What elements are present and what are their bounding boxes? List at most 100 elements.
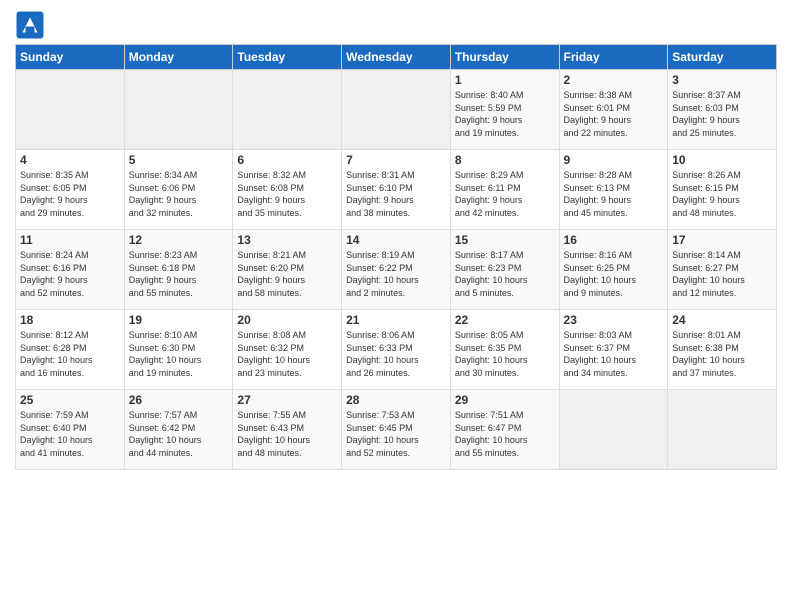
calendar-cell: 23 Sunrise: 8:03 AM Sunset: 6:37 PM Dayli… [559, 310, 668, 390]
day-number: 4 [20, 153, 120, 167]
calendar-cell: 27 Sunrise: 7:55 AM Sunset: 6:43 PM Dayli… [233, 390, 342, 470]
day-number: 1 [455, 73, 555, 87]
calendar-cell [342, 70, 451, 150]
week-row-3: 11 Sunrise: 8:24 AM Sunset: 6:16 PM Dayli… [16, 230, 777, 310]
day-number: 28 [346, 393, 446, 407]
day-info: Sunrise: 8:34 AM Sunset: 6:06 PM Dayligh… [129, 169, 229, 219]
day-info: Sunrise: 8:21 AM Sunset: 6:20 PM Dayligh… [237, 249, 337, 299]
day-header-wednesday: Wednesday [342, 45, 451, 70]
day-number: 23 [564, 313, 664, 327]
day-info: Sunrise: 7:51 AM Sunset: 6:47 PM Dayligh… [455, 409, 555, 459]
header [15, 10, 777, 40]
day-info: Sunrise: 8:37 AM Sunset: 6:03 PM Dayligh… [672, 89, 772, 139]
calendar-cell: 9Sunrise: 8:28 AM Sunset: 6:13 PM Daylig… [559, 150, 668, 230]
calendar-cell: 4 Sunrise: 8:35 AM Sunset: 6:05 PM Daylig… [16, 150, 125, 230]
calendar-header: SundayMondayTuesdayWednesdayThursdayFrid… [16, 45, 777, 70]
day-number: 14 [346, 233, 446, 247]
calendar-cell [233, 70, 342, 150]
header-row: SundayMondayTuesdayWednesdayThursdayFrid… [16, 45, 777, 70]
calendar-cell: 24 Sunrise: 8:01 AM Sunset: 6:38 PM Dayli… [668, 310, 777, 390]
calendar-cell: 15Sunrise: 8:17 AM Sunset: 6:23 PM Dayli… [450, 230, 559, 310]
week-row-1: 1 Sunrise: 8:40 AM Sunset: 5:59 PM Daylig… [16, 70, 777, 150]
day-info: Sunrise: 8:12 AM Sunset: 6:28 PM Dayligh… [20, 329, 120, 379]
day-number: 2 [564, 73, 664, 87]
day-number: 8 [455, 153, 555, 167]
calendar-cell: 14 Sunrise: 8:19 AM Sunset: 6:22 PM Dayli… [342, 230, 451, 310]
calendar-cell: 22 Sunrise: 8:05 AM Sunset: 6:35 PM Dayli… [450, 310, 559, 390]
day-number: 18 [20, 313, 120, 327]
day-info: Sunrise: 7:55 AM Sunset: 6:43 PM Dayligh… [237, 409, 337, 459]
day-info: Sunrise: 7:53 AM Sunset: 6:45 PM Dayligh… [346, 409, 446, 459]
day-info: Sunrise: 8:38 AM Sunset: 6:01 PM Dayligh… [564, 89, 664, 139]
week-row-4: 18 Sunrise: 8:12 AM Sunset: 6:28 PM Dayli… [16, 310, 777, 390]
day-header-thursday: Thursday [450, 45, 559, 70]
calendar-cell: 11 Sunrise: 8:24 AM Sunset: 6:16 PM Dayli… [16, 230, 125, 310]
day-header-saturday: Saturday [668, 45, 777, 70]
calendar-cell: 6 Sunrise: 8:32 AM Sunset: 6:08 PM Daylig… [233, 150, 342, 230]
day-number: 7 [346, 153, 446, 167]
day-number: 12 [129, 233, 229, 247]
calendar-cell: 3Sunrise: 8:37 AM Sunset: 6:03 PM Daylig… [668, 70, 777, 150]
calendar-cell: 1 Sunrise: 8:40 AM Sunset: 5:59 PM Daylig… [450, 70, 559, 150]
day-info: Sunrise: 8:29 AM Sunset: 6:11 PM Dayligh… [455, 169, 555, 219]
day-info: Sunrise: 7:59 AM Sunset: 6:40 PM Dayligh… [20, 409, 120, 459]
day-header-tuesday: Tuesday [233, 45, 342, 70]
calendar-cell: 13Sunrise: 8:21 AM Sunset: 6:20 PM Dayli… [233, 230, 342, 310]
day-number: 19 [129, 313, 229, 327]
day-info: Sunrise: 8:08 AM Sunset: 6:32 PM Dayligh… [237, 329, 337, 379]
day-info: Sunrise: 8:14 AM Sunset: 6:27 PM Dayligh… [672, 249, 772, 299]
day-header-monday: Monday [124, 45, 233, 70]
calendar-cell: 2 Sunrise: 8:38 AM Sunset: 6:01 PM Daylig… [559, 70, 668, 150]
day-number: 10 [672, 153, 772, 167]
week-row-2: 4 Sunrise: 8:35 AM Sunset: 6:05 PM Daylig… [16, 150, 777, 230]
calendar-cell [16, 70, 125, 150]
calendar-cell: 8 Sunrise: 8:29 AM Sunset: 6:11 PM Daylig… [450, 150, 559, 230]
day-info: Sunrise: 8:24 AM Sunset: 6:16 PM Dayligh… [20, 249, 120, 299]
day-info: Sunrise: 8:19 AM Sunset: 6:22 PM Dayligh… [346, 249, 446, 299]
day-info: Sunrise: 7:57 AM Sunset: 6:42 PM Dayligh… [129, 409, 229, 459]
day-header-friday: Friday [559, 45, 668, 70]
day-info: Sunrise: 8:06 AM Sunset: 6:33 PM Dayligh… [346, 329, 446, 379]
calendar-cell [668, 390, 777, 470]
day-info: Sunrise: 8:26 AM Sunset: 6:15 PM Dayligh… [672, 169, 772, 219]
day-number: 21 [346, 313, 446, 327]
day-info: Sunrise: 8:03 AM Sunset: 6:37 PM Dayligh… [564, 329, 664, 379]
calendar-cell [559, 390, 668, 470]
day-number: 17 [672, 233, 772, 247]
day-info: Sunrise: 8:32 AM Sunset: 6:08 PM Dayligh… [237, 169, 337, 219]
day-number: 11 [20, 233, 120, 247]
day-number: 27 [237, 393, 337, 407]
logo [15, 10, 49, 40]
calendar-cell: 12 Sunrise: 8:23 AM Sunset: 6:18 PM Dayli… [124, 230, 233, 310]
calendar-cell: 20 Sunrise: 8:08 AM Sunset: 6:32 PM Dayli… [233, 310, 342, 390]
day-info: Sunrise: 8:05 AM Sunset: 6:35 PM Dayligh… [455, 329, 555, 379]
day-number: 20 [237, 313, 337, 327]
day-info: Sunrise: 8:23 AM Sunset: 6:18 PM Dayligh… [129, 249, 229, 299]
day-number: 26 [129, 393, 229, 407]
day-info: Sunrise: 8:01 AM Sunset: 6:38 PM Dayligh… [672, 329, 772, 379]
calendar-cell: 17 Sunrise: 8:14 AM Sunset: 6:27 PM Dayli… [668, 230, 777, 310]
calendar-cell [124, 70, 233, 150]
day-number: 15 [455, 233, 555, 247]
day-info: Sunrise: 8:10 AM Sunset: 6:30 PM Dayligh… [129, 329, 229, 379]
calendar-cell: 19 Sunrise: 8:10 AM Sunset: 6:30 PM Dayli… [124, 310, 233, 390]
day-number: 9 [564, 153, 664, 167]
calendar-cell: 16Sunrise: 8:16 AM Sunset: 6:25 PM Dayli… [559, 230, 668, 310]
day-info: Sunrise: 8:35 AM Sunset: 6:05 PM Dayligh… [20, 169, 120, 219]
calendar-cell: 28 Sunrise: 7:53 AM Sunset: 6:45 PM Dayli… [342, 390, 451, 470]
day-number: 22 [455, 313, 555, 327]
day-number: 24 [672, 313, 772, 327]
page: SundayMondayTuesdayWednesdayThursdayFrid… [0, 0, 792, 480]
day-number: 5 [129, 153, 229, 167]
day-info: Sunrise: 8:40 AM Sunset: 5:59 PM Dayligh… [455, 89, 555, 139]
day-number: 6 [237, 153, 337, 167]
calendar-cell: 7Sunrise: 8:31 AM Sunset: 6:10 PM Daylig… [342, 150, 451, 230]
calendar-cell: 21 Sunrise: 8:06 AM Sunset: 6:33 PM Dayli… [342, 310, 451, 390]
logo-icon [15, 10, 45, 40]
calendar-table: SundayMondayTuesdayWednesdayThursdayFrid… [15, 44, 777, 470]
calendar-cell: 25Sunrise: 7:59 AM Sunset: 6:40 PM Dayli… [16, 390, 125, 470]
day-number: 16 [564, 233, 664, 247]
week-row-5: 25Sunrise: 7:59 AM Sunset: 6:40 PM Dayli… [16, 390, 777, 470]
calendar-cell: 5 Sunrise: 8:34 AM Sunset: 6:06 PM Daylig… [124, 150, 233, 230]
calendar-cell: 10 Sunrise: 8:26 AM Sunset: 6:15 PM Dayli… [668, 150, 777, 230]
